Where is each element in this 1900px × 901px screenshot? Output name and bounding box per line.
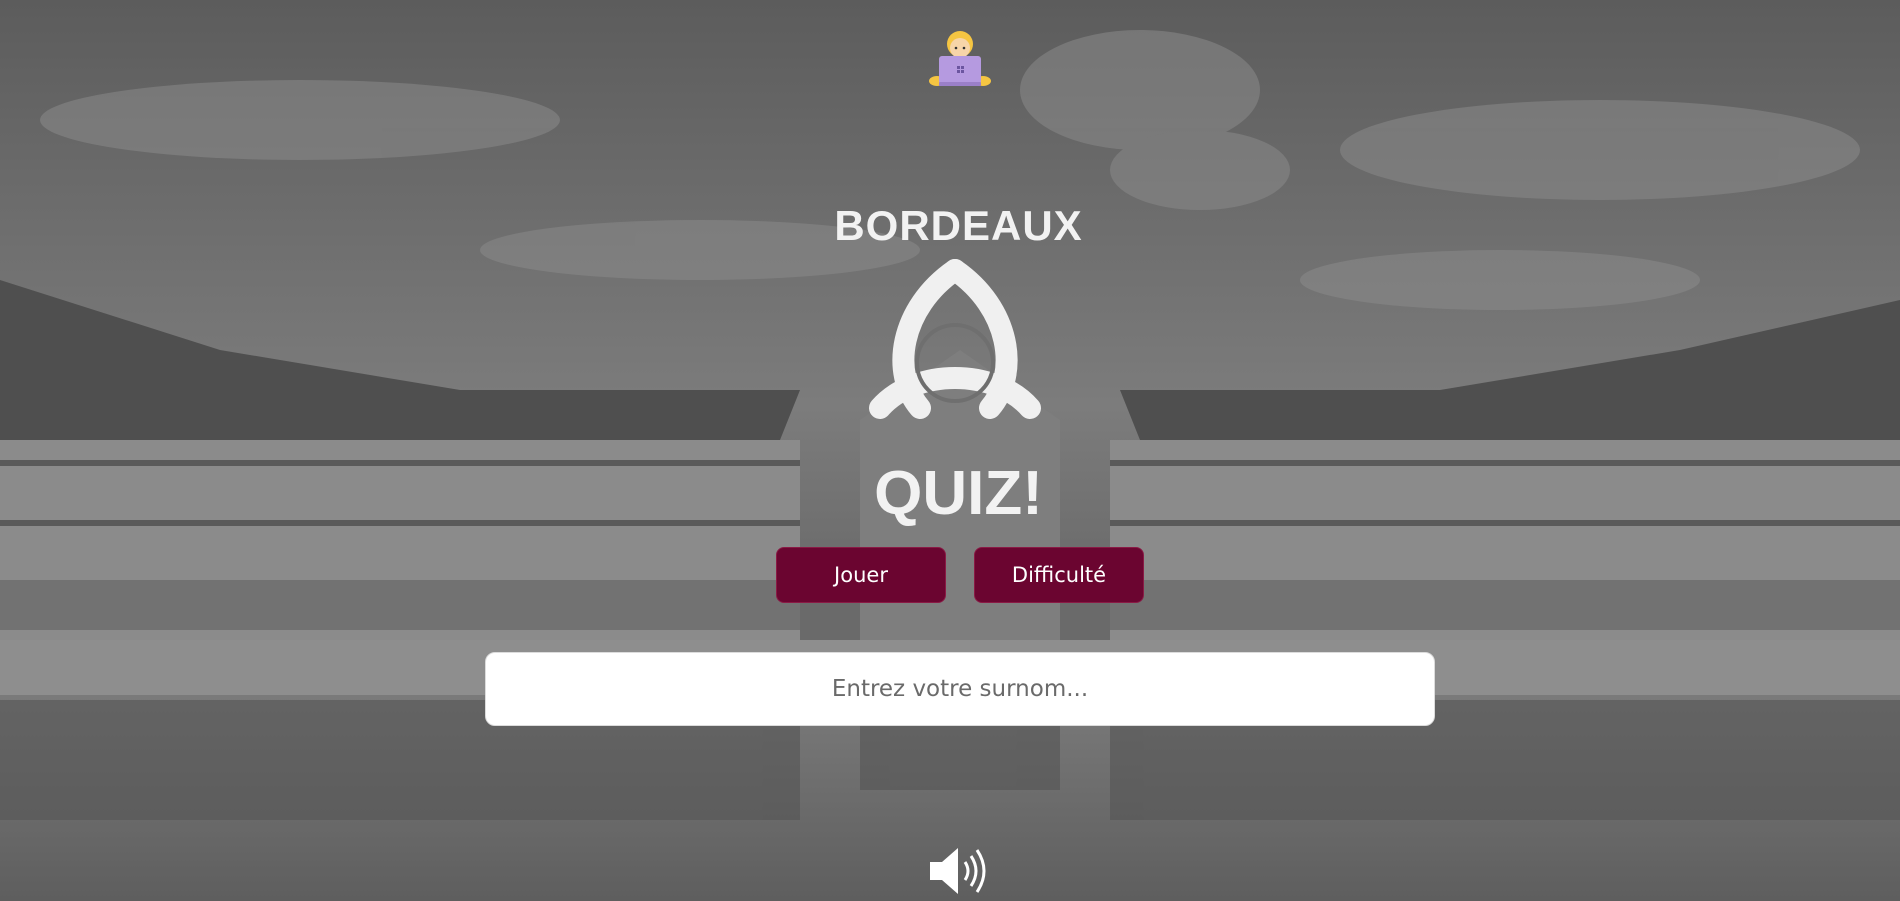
- title-bordeaux: BORDEAUX: [834, 202, 1083, 249]
- difficulty-button[interactable]: Difficulté: [974, 547, 1144, 603]
- speaker-volume-icon[interactable]: [928, 842, 992, 900]
- nickname-input[interactable]: [485, 652, 1435, 726]
- quiz-home-screen: BORDEAUX QUIZ! Jouer Difficulté: [0, 0, 1900, 901]
- triquetra-icon: [869, 259, 1041, 419]
- title-quiz: QUIZ!: [874, 459, 1043, 528]
- technologist-emoji-icon: [929, 31, 991, 86]
- background-photo: [0, 0, 1900, 901]
- play-button[interactable]: Jouer: [776, 547, 946, 603]
